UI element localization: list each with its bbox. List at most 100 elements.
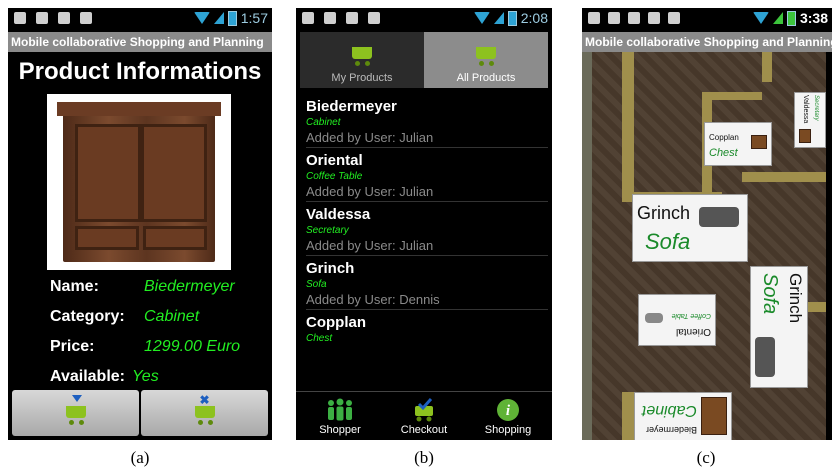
- card-name: Copplan: [709, 133, 739, 142]
- usb-icon: [36, 12, 48, 24]
- upload-icon: [628, 12, 640, 24]
- map-edge: [582, 52, 592, 440]
- wardrobe-picture: [57, 102, 221, 262]
- mail-icon: [608, 12, 620, 24]
- card-category: Sofa: [759, 273, 781, 315]
- card-category: Chest: [709, 147, 738, 159]
- furniture-card-oriental[interactable]: Oriental Coffee Table: [638, 294, 716, 346]
- caption-a: (a): [130, 448, 150, 467]
- furniture-card-grinch-vertical[interactable]: Grinch Sofa: [750, 266, 808, 388]
- floor-plan-map[interactable]: Valdessa Secretary Copplan Chest Grinch …: [592, 52, 826, 440]
- furniture-card-valdessa[interactable]: Valdessa Secretary: [794, 92, 826, 148]
- wall: [622, 392, 634, 440]
- tab-label: My Products: [331, 72, 393, 84]
- card-name: Grinch: [786, 273, 805, 324]
- card-category: Coffee Table: [671, 312, 711, 319]
- page-title: Product Informations: [18, 58, 262, 85]
- wall: [622, 52, 634, 202]
- list-item[interactable]: Grinch Sofa Added by User: Dennis: [306, 256, 548, 310]
- field-category-label: Category:: [50, 308, 125, 325]
- product-added-by: Added by User: Dennis: [306, 292, 440, 307]
- product-category: Chest: [306, 333, 333, 344]
- tab-all-products[interactable]: All Products: [424, 32, 548, 88]
- cart-check-icon: [409, 398, 439, 422]
- cart-icon: [349, 42, 375, 66]
- list-item[interactable]: Oriental Coffee Table Added by User: Jul…: [306, 148, 548, 202]
- product-image: [47, 94, 231, 270]
- status-time: 3:38: [799, 10, 828, 26]
- status-bar: 2:08: [296, 8, 552, 32]
- remove-from-cart-icon: ✖: [192, 393, 218, 425]
- people-icon: [325, 398, 355, 422]
- floor-plan-screen: 3:38 Mobile collaborative Shopping and P…: [582, 8, 832, 440]
- remove-from-cart-button[interactable]: ✖: [141, 390, 268, 436]
- product-name: Oriental: [306, 152, 363, 169]
- nav-shopper[interactable]: Shopper: [300, 392, 380, 440]
- furniture-card-biedermeyer[interactable]: Biedermeyer Cabinet: [634, 392, 732, 440]
- wifi-icon: [473, 12, 490, 24]
- sofa-picture: [755, 337, 775, 377]
- list-item[interactable]: Biedermeyer Cabinet Added by User: Julia…: [306, 94, 548, 148]
- product-info-screen: 1:57 Mobile collaborative Shopping and P…: [8, 8, 272, 440]
- furniture-card-grinch[interactable]: Grinch Sofa: [632, 194, 748, 262]
- product-category: Sofa: [306, 279, 327, 290]
- status-time: 2:08: [520, 10, 548, 26]
- card-category: Sofa: [645, 229, 691, 254]
- card-name: Valdessa: [802, 95, 809, 124]
- list-item[interactable]: Valdessa Secretary Added by User: Julian: [306, 202, 548, 256]
- nav-label: Shopper: [319, 424, 361, 436]
- bottom-navigation: Shopper Checkout i Shopping: [296, 391, 552, 440]
- nav-checkout[interactable]: Checkout: [384, 392, 464, 440]
- secretary-picture: [799, 129, 811, 143]
- product-name: Grinch: [306, 260, 355, 277]
- signal-icon: [213, 12, 224, 24]
- debug-icon: [346, 12, 358, 24]
- caption-c: (c): [696, 448, 716, 467]
- product-name: Biedermeyer: [306, 98, 397, 115]
- wifi-icon: [193, 12, 210, 24]
- cart-icon: [473, 42, 499, 66]
- field-price-value: 1299.00 Euro: [144, 338, 241, 355]
- product-category: Coffee Table: [306, 171, 363, 182]
- tab-my-products[interactable]: My Products: [300, 32, 424, 88]
- wall: [762, 52, 772, 82]
- product-category: Secretary: [306, 225, 349, 236]
- field-name-label: Name:: [50, 278, 99, 295]
- nav-label: Shopping: [484, 424, 532, 436]
- field-price-label: Price:: [50, 338, 95, 355]
- status-bar: 1:57: [8, 8, 272, 32]
- furniture-card-copplan[interactable]: Copplan Chest: [704, 122, 772, 166]
- battery-icon: [507, 10, 517, 26]
- sofa-picture: [699, 207, 739, 227]
- field-category-value: Cabinet: [144, 308, 200, 325]
- caption-b: (b): [414, 448, 434, 467]
- product-list-screen: 2:08 My Products All Products Biedermeye…: [296, 8, 552, 440]
- list-item[interactable]: Copplan Chest: [306, 310, 548, 363]
- app-title: Mobile collaborative Shopping and Planni…: [8, 32, 272, 52]
- field-available-value: Yes: [132, 368, 159, 385]
- android-icon: [302, 12, 314, 24]
- card-name: Grinch: [637, 203, 691, 223]
- card-name: Biedermeyer: [645, 425, 697, 435]
- field-name-value: Biedermeyer: [144, 278, 235, 295]
- debug-icon: [58, 12, 70, 24]
- product-added-by: Added by User: Julian: [306, 184, 434, 199]
- tab-bar: My Products All Products: [300, 32, 548, 88]
- wall: [702, 92, 762, 100]
- wifi-icon: [752, 12, 769, 24]
- nav-label: Checkout: [400, 424, 448, 436]
- android-icon: [668, 12, 680, 24]
- product-category: Cabinet: [306, 117, 341, 128]
- tab-label: All Products: [456, 72, 516, 84]
- wall: [742, 172, 826, 182]
- signal-icon: [493, 12, 504, 24]
- notification-icon: [368, 12, 380, 24]
- product-name: Copplan: [306, 314, 366, 331]
- add-to-cart-icon: [63, 395, 89, 425]
- add-to-cart-button[interactable]: [12, 390, 139, 436]
- action-bar: ✖: [8, 390, 272, 440]
- notification-icon: [588, 12, 600, 24]
- card-category: Secretary: [813, 95, 819, 121]
- nav-shopping[interactable]: i Shopping: [468, 392, 548, 440]
- notification-icon: [80, 12, 92, 24]
